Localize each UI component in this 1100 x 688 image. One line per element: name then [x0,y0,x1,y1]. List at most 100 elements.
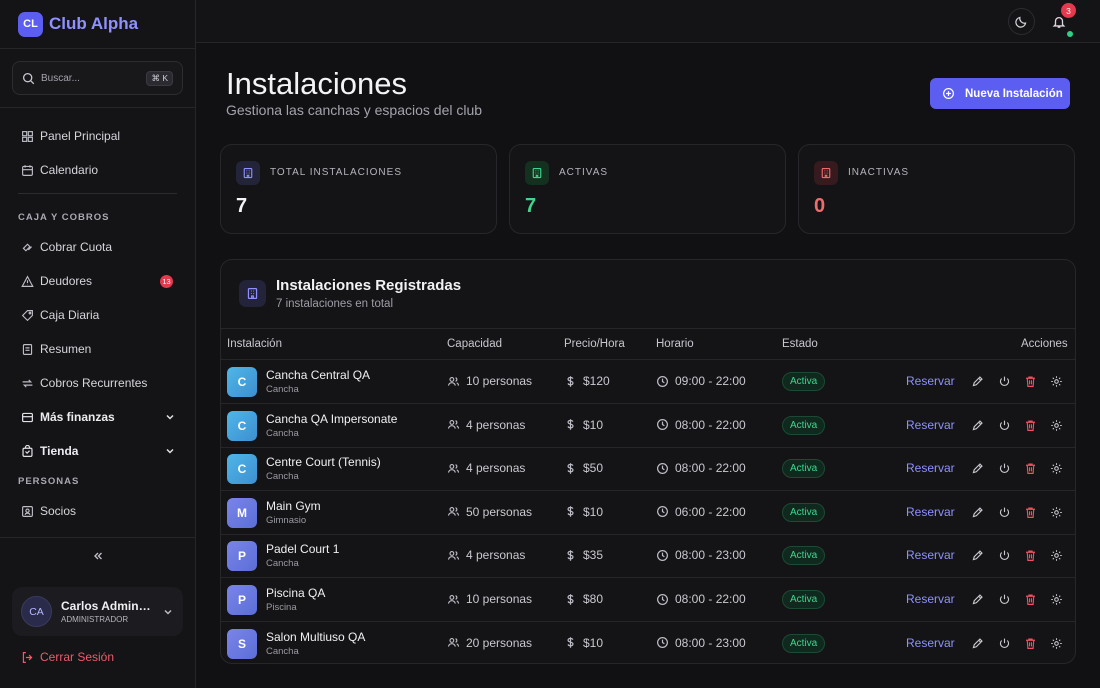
price-cell: $35 [564,548,603,562]
reserve-button[interactable]: Reservar [906,505,955,519]
power-icon[interactable] [998,506,1011,519]
logout-button[interactable]: Cerrar Sesión [21,650,114,664]
header-capacidad[interactable]: Capacidad [447,338,502,350]
capacity-value: 10 personas [466,374,533,388]
moon-icon [1015,16,1027,28]
sidebar-item-cobros-recurrentes[interactable]: Cobros Recurrentes [0,366,195,400]
building-icon [247,288,258,299]
capacity-value: 4 personas [466,461,526,476]
trash-icon[interactable] [1024,419,1037,432]
reserve-button[interactable]: Reservar [906,592,955,606]
edit-icon[interactable] [971,637,984,650]
table-row: P Padel Court 1 Cancha 4 personas $35 08:00 -… [221,534,1075,579]
sidebar-item-calendario[interactable]: Calendario [0,153,195,187]
header-instalacion[interactable]: Instalación [227,338,282,350]
power-icon[interactable] [998,419,1011,432]
header-horario[interactable]: Horario [656,338,694,350]
trash-icon[interactable] [1024,637,1037,650]
table-subtitle: 7 instalaciones en total [276,298,393,310]
collapse-sidebar-button[interactable] [0,537,195,573]
section-caja: CAJA Y COBROS [18,211,110,223]
power-icon[interactable] [998,637,1011,650]
schedule-value: 09:00 - 22:00 [675,374,746,388]
status-badge: Activa [782,459,826,479]
sidebar-item-panel-principal[interactable]: Panel Principal [0,119,195,153]
reserve-button[interactable]: Reservar [906,418,955,432]
stat-label: TOTAL INSTALACIONES [270,167,402,178]
dollar-icon [567,550,574,561]
header-precio[interactable]: Precio/Hora [564,338,625,350]
users-icon [447,594,460,604]
table-row: C Centre Court (Tennis) Cancha 4 personas $5… [221,447,1075,492]
search-placeholder: Buscar... [41,72,80,84]
settings-icon[interactable] [1050,419,1063,432]
reserve-button[interactable]: Reservar [906,548,955,562]
stat-value: 0 [814,195,826,217]
users-icon [447,463,460,473]
price-cell: $50 [564,461,603,475]
grid-icon [22,130,33,142]
settings-icon[interactable] [1050,462,1063,475]
trash-icon[interactable] [1024,462,1037,475]
price-value: $120 [583,374,610,388]
settings-icon[interactable] [1050,593,1063,606]
header-estado[interactable]: Estado [782,338,818,350]
capacity-value: 20 personas [466,635,533,650]
sidebar-item-socios[interactable]: Socios [0,494,195,528]
deudores-badge: 13 [160,275,173,288]
stat-value: 7 [236,195,248,217]
settings-icon[interactable] [1050,549,1063,562]
power-icon[interactable] [998,549,1011,562]
sidebar-group-mas-finanzas[interactable]: Más finanzas [0,400,195,434]
clock-icon [657,375,668,387]
search-shortcut: ⌘ K [146,70,173,86]
edit-icon[interactable] [971,419,984,432]
power-icon[interactable] [998,593,1011,606]
settings-icon[interactable] [1050,637,1063,650]
user-role: ADMINISTRADOR [61,615,129,624]
trash-icon[interactable] [1024,593,1037,606]
facility-avatar: M [227,497,257,528]
edit-icon[interactable] [971,549,984,562]
users-icon [447,420,460,429]
edit-icon[interactable] [971,593,984,606]
theme-toggle-button[interactable] [1008,8,1035,35]
sidebar-item-caja-diaria[interactable]: Caja Diaria [0,298,195,332]
id-icon [22,505,33,517]
facility-type: Gimnasio [266,514,307,526]
power-icon[interactable] [998,462,1011,475]
search-icon [22,72,35,84]
notifications-button[interactable]: 3 [1045,3,1076,37]
sidebar-item-label: Tienda [40,444,79,458]
settings-icon[interactable] [1050,375,1063,388]
status-badge: Activa [782,502,826,522]
schedule-value: 06:00 - 22:00 [675,504,746,519]
new-facility-button[interactable]: Nueva Instalación [930,78,1070,109]
reserve-button[interactable]: Reservar [906,636,955,650]
capacity-cell: 4 personas [447,461,525,475]
user-menu[interactable]: CA Carlos Administrador ADMINISTRADOR [12,587,183,636]
stat-card-total: TOTAL INSTALACIONES 7 [220,144,497,234]
trash-icon[interactable] [1024,549,1037,562]
trash-icon[interactable] [1024,506,1037,519]
building-icon [532,167,542,179]
edit-icon[interactable] [971,375,984,388]
reserve-button[interactable]: Reservar [906,374,955,388]
power-icon[interactable] [998,375,1011,388]
logout-label: Cerrar Sesión [40,650,115,664]
brand[interactable]: CL Club Alpha [0,0,195,49]
search-input[interactable]: Buscar... ⌘ K [12,61,183,95]
facilities-table-card: Instalaciones Registradas 7 instalacione… [220,259,1076,664]
status-badge: Activa [782,590,826,609]
users-icon [447,507,460,517]
stat-icon-box [236,161,260,185]
sidebar-item-resumen[interactable]: Resumen [0,332,195,366]
reserve-button[interactable]: Reservar [906,461,955,475]
sidebar-item-cobrar-cuota[interactable]: Cobrar Cuota [0,230,195,264]
trash-icon[interactable] [1024,375,1037,388]
sidebar-group-tienda[interactable]: Tienda [0,434,195,468]
sidebar-item-deudores[interactable]: Deudores 13 [0,264,195,298]
settings-icon[interactable] [1050,506,1063,519]
edit-icon[interactable] [971,506,984,519]
edit-icon[interactable] [971,462,984,475]
